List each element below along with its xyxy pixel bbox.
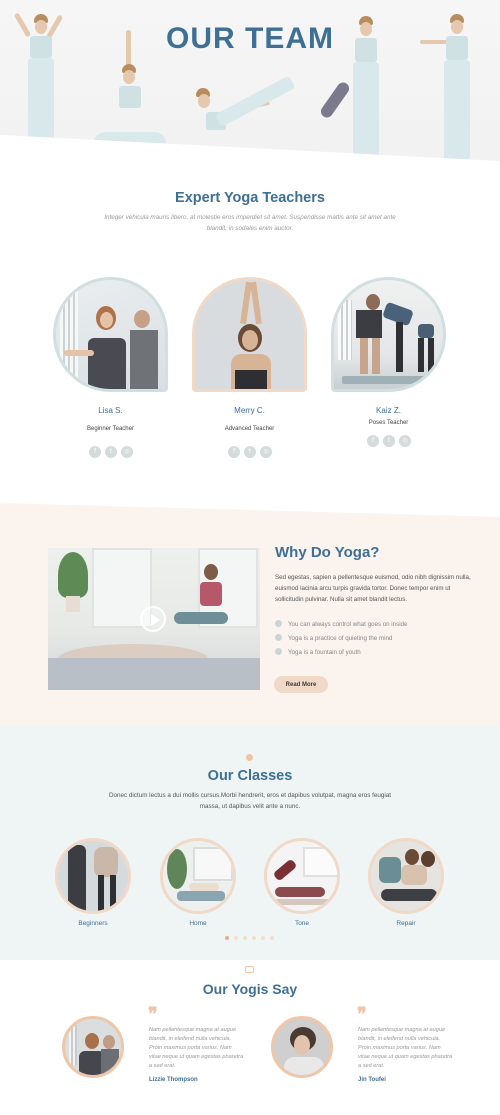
- facebook-icon[interactable]: f: [367, 435, 379, 447]
- testimonial-name: Jin Toufei: [358, 1077, 386, 1083]
- teacher-role: Beginner Teacher: [87, 426, 134, 432]
- bullet-text: Yoga is a practice of quieting the mind: [288, 635, 393, 642]
- instagram-icon[interactable]: ◎: [399, 435, 411, 447]
- testimonial-photo: [62, 1016, 124, 1078]
- teacher-socials: f t ◎: [228, 446, 272, 458]
- experts-subtitle: Integer vehicula mauris libero, at moles…: [104, 214, 396, 232]
- class-label: Home: [189, 920, 207, 927]
- instagram-icon[interactable]: ◎: [260, 446, 272, 458]
- teacher-role: Advanced Teacher: [224, 426, 275, 432]
- hero-section: OUR TEAM: [0, 0, 500, 178]
- teacher-photo: [53, 277, 168, 392]
- testimonial-text: Nam pellentesque magna at augue blandit,…: [358, 1027, 453, 1069]
- yogis-title: Our Yogis Say: [202, 981, 298, 997]
- carousel-dot[interactable]: [252, 936, 256, 940]
- check-icon: [275, 634, 282, 641]
- quote-icon: ❞: [148, 1004, 158, 1025]
- check-icon: [275, 648, 282, 655]
- why-bullet: You can always control what goes on insi…: [275, 620, 407, 628]
- classes-subtitle: Donec dictum lectus a dui mollis cursus.…: [108, 792, 392, 810]
- facebook-icon[interactable]: f: [228, 446, 240, 458]
- teacher-photo: [192, 277, 307, 392]
- why-text: Sed egestas, sapien a pellentesque euism…: [275, 574, 471, 603]
- chat-icon: [245, 966, 254, 973]
- class-photo: [55, 838, 131, 914]
- experts-title: Expert Yoga Teachers: [175, 190, 325, 206]
- teacher-name: Merry C.: [234, 406, 265, 415]
- class-label: Beginners: [78, 920, 108, 927]
- facebook-icon[interactable]: f: [89, 446, 101, 458]
- quote-icon: ❞: [357, 1004, 367, 1025]
- read-more-button[interactable]: Read More: [274, 676, 328, 693]
- page-title: OUR TEAM: [166, 22, 334, 55]
- teacher-role: Poses Teacher: [368, 420, 409, 426]
- testimonial-name: Lizzie Thompson: [149, 1077, 198, 1083]
- teacher-photo: [331, 277, 446, 392]
- carousel-pagination: [225, 936, 274, 940]
- teacher-socials: f t ◎: [367, 435, 411, 447]
- testimonial-text: Nam pellentesque magna at augue blandit,…: [149, 1027, 244, 1069]
- class-label: Tone: [294, 920, 310, 927]
- why-bullet: Yoga is a practice of quieting the mind: [275, 634, 392, 642]
- carousel-dot[interactable]: [261, 936, 265, 940]
- teacher-name: Kaiz Z.: [376, 406, 401, 415]
- check-icon: [275, 620, 282, 627]
- class-photo: [368, 838, 444, 914]
- class-label: Repair: [396, 920, 416, 927]
- carousel-dot[interactable]: [270, 936, 274, 940]
- twitter-icon[interactable]: t: [105, 446, 117, 458]
- twitter-icon[interactable]: t: [383, 435, 395, 447]
- carousel-dot[interactable]: [225, 936, 229, 940]
- carousel-dot[interactable]: [243, 936, 247, 940]
- classes-title: Our Classes: [207, 768, 293, 784]
- carousel-dot[interactable]: [234, 936, 238, 940]
- teacher-name: Lisa S.: [98, 406, 123, 415]
- play-icon[interactable]: [140, 606, 166, 632]
- instagram-icon[interactable]: ◎: [121, 446, 133, 458]
- why-bullet: Yoga is a fountain of youth: [275, 648, 361, 656]
- bullet-text: You can always control what goes on insi…: [288, 621, 408, 628]
- bullet-text: Yoga is a fountain of youth: [288, 649, 361, 656]
- teacher-socials: f t ◎: [89, 446, 133, 458]
- why-title: Why Do Yoga?: [275, 544, 380, 561]
- class-photo: [264, 838, 340, 914]
- why-video-thumbnail[interactable]: [48, 548, 260, 690]
- testimonial-photo: [271, 1016, 333, 1078]
- class-photo: [160, 838, 236, 914]
- flower-icon: [246, 754, 253, 761]
- twitter-icon[interactable]: t: [244, 446, 256, 458]
